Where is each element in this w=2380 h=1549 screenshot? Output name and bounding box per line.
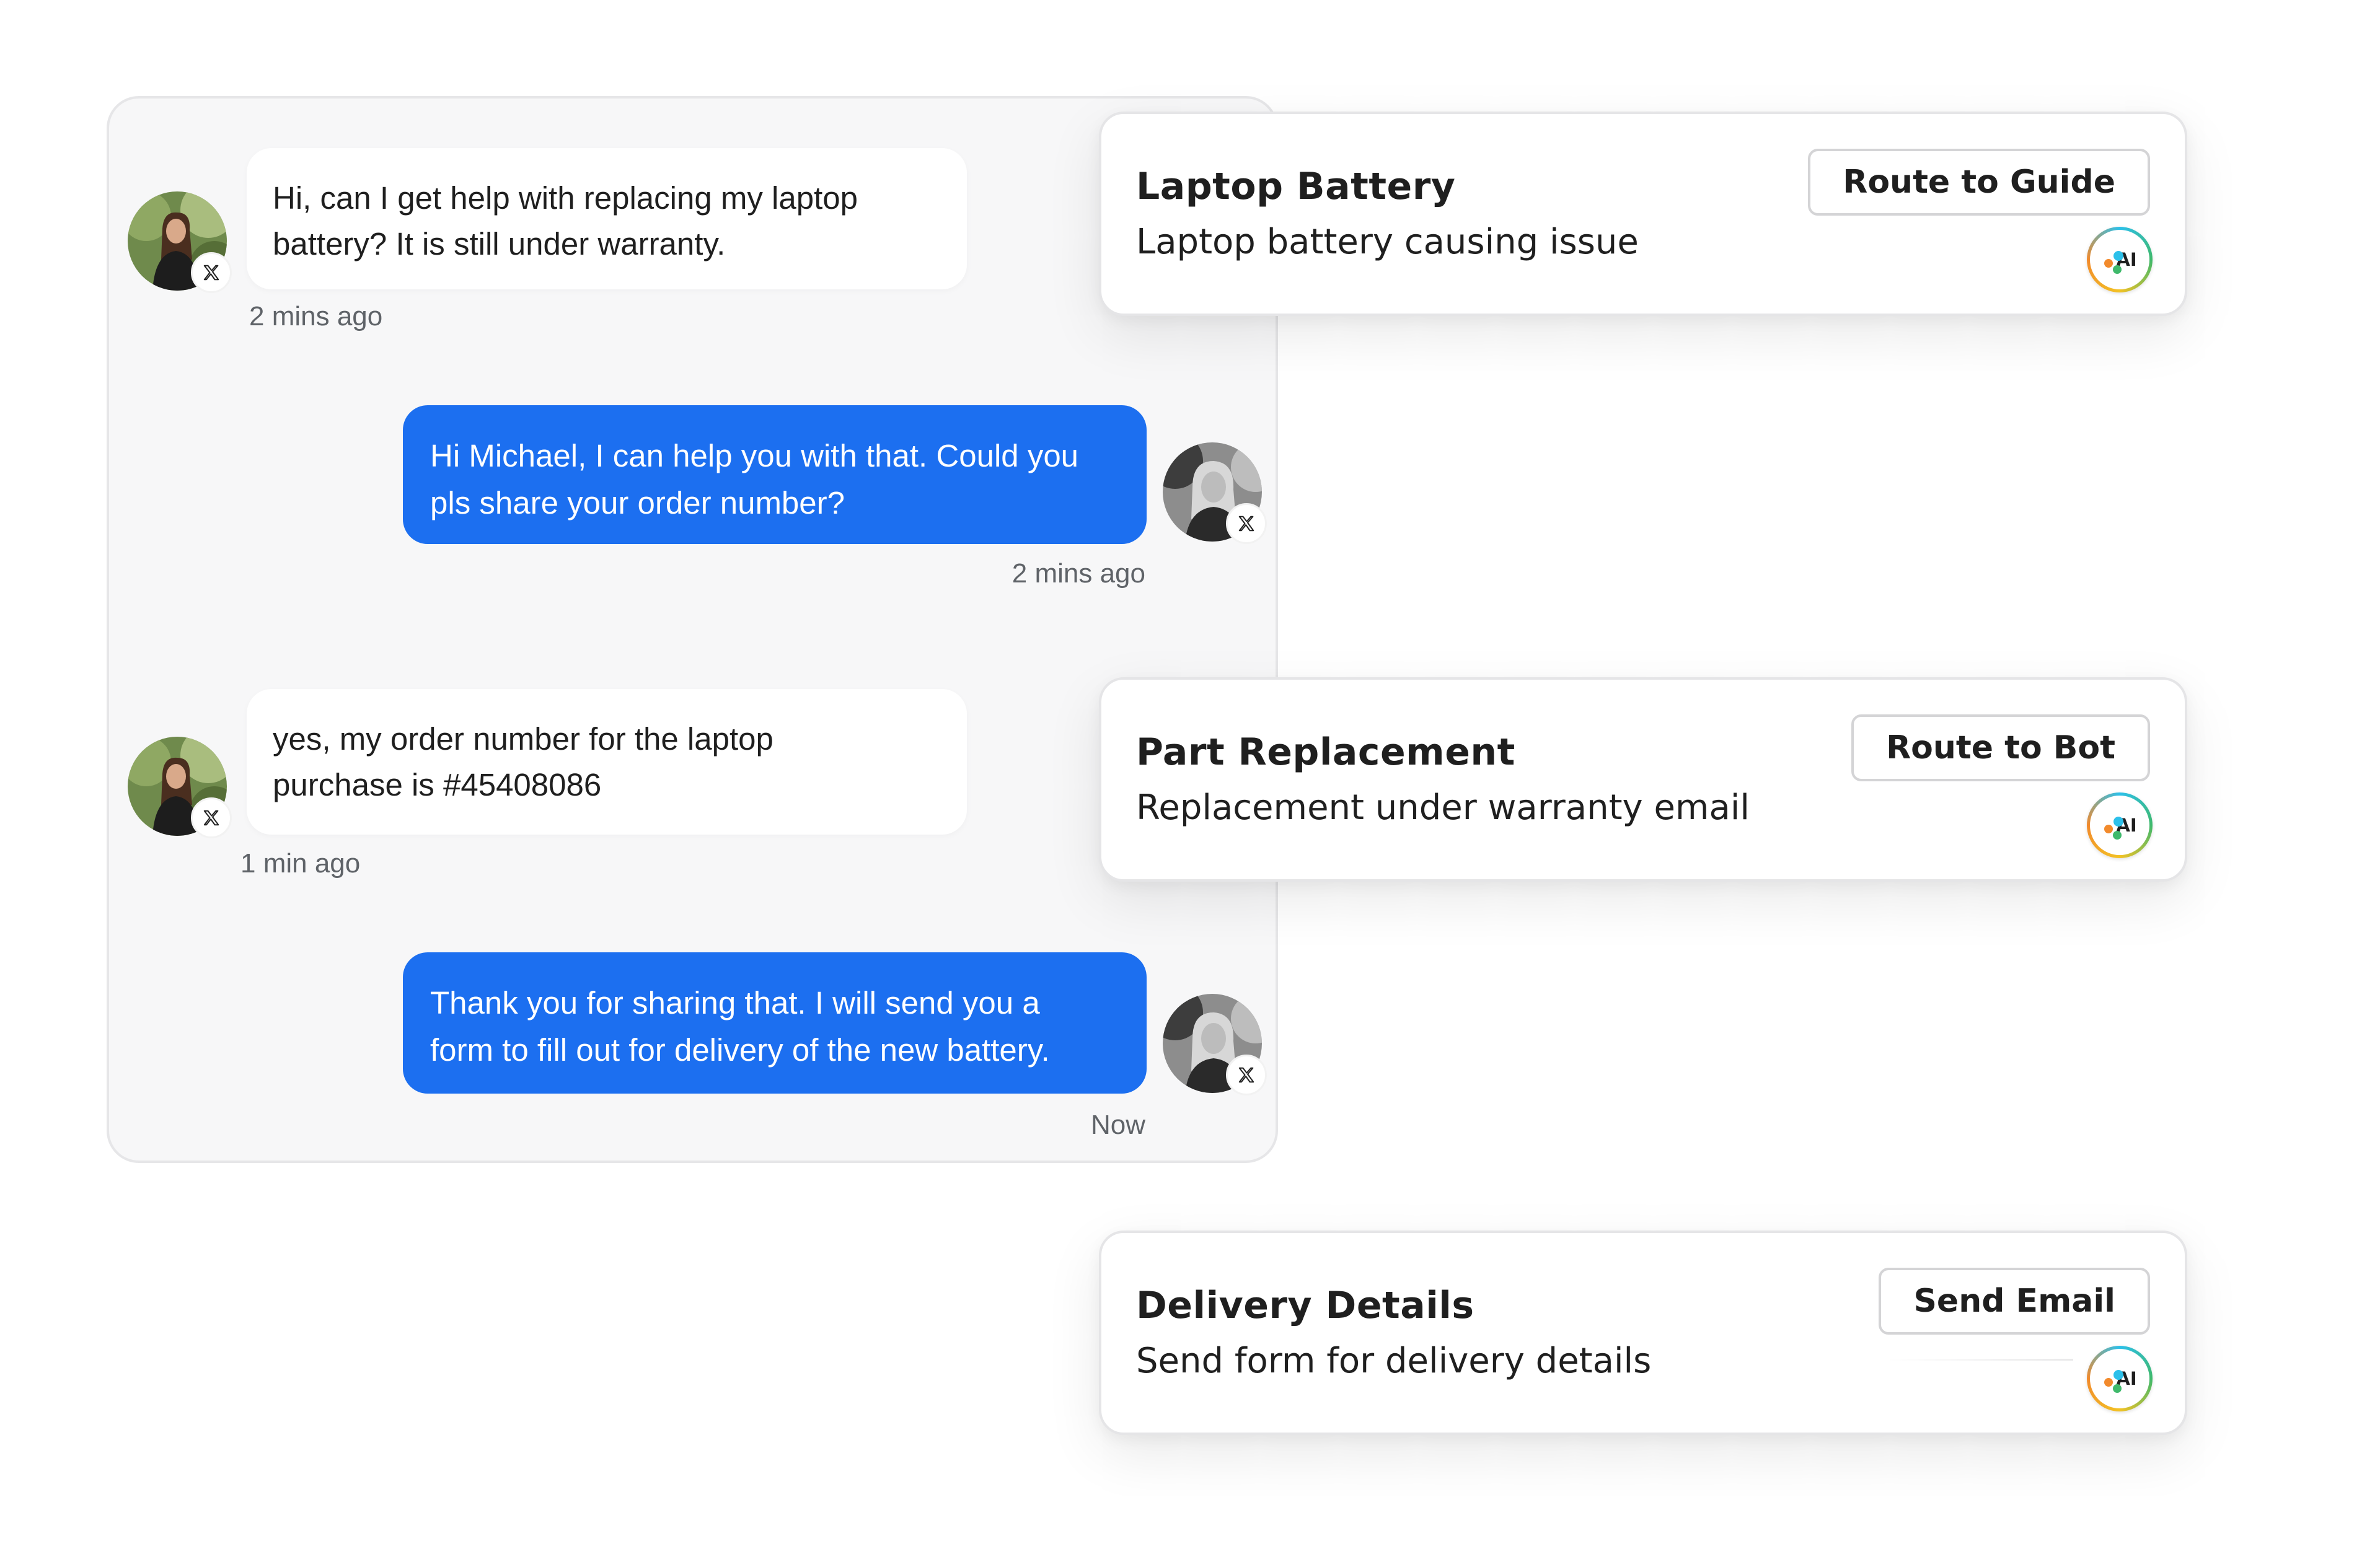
ai-dots-icon — [2104, 817, 2123, 840]
ai-badge[interactable]: AI — [2087, 1346, 2153, 1411]
outgoing-message: Thank you for sharing that. I will send … — [403, 952, 1147, 1094]
incoming-message: yes, my order number for the laptop purc… — [247, 689, 967, 835]
message-timestamp: Now — [1090, 1110, 1145, 1140]
ai-badge[interactable]: AI — [2087, 792, 2153, 858]
x-logo-icon — [191, 252, 232, 293]
card-subtitle: Send form for delivery details — [1136, 1341, 1652, 1381]
x-logo-icon — [1226, 1055, 1267, 1095]
ai-dots-icon — [2104, 251, 2123, 274]
route-to-bot-button[interactable]: Route to Bot — [1851, 714, 2150, 781]
x-logo-icon — [191, 797, 232, 838]
customer-avatar[interactable] — [128, 191, 232, 293]
intent-card-laptop-battery: Laptop Battery Laptop battery causing is… — [1099, 112, 2187, 316]
card-subtitle: Replacement under warranty email — [1136, 788, 1750, 828]
customer-avatar[interactable] — [128, 737, 232, 838]
intent-card-part-replacement: Part Replacement Replacement under warra… — [1099, 677, 2187, 882]
agent-avatar[interactable] — [1163, 994, 1267, 1095]
card-title: Laptop Battery — [1136, 165, 1456, 208]
message-timestamp: 1 min ago — [240, 848, 361, 879]
agent-avatar[interactable] — [1163, 442, 1267, 544]
intent-card-delivery-details: Delivery Details Send form for delivery … — [1099, 1231, 2187, 1435]
route-to-guide-button[interactable]: Route to Guide — [1808, 149, 2150, 216]
ai-dots-icon — [2104, 1370, 2123, 1393]
ai-badge[interactable]: AI — [2087, 227, 2153, 292]
card-title: Delivery Details — [1136, 1284, 1474, 1327]
card-title: Part Replacement — [1136, 731, 1515, 774]
divider — [1887, 1359, 2073, 1361]
x-logo-icon — [1226, 503, 1267, 544]
card-subtitle: Laptop battery causing issue — [1136, 222, 1639, 262]
incoming-message: Hi, can I get help with replacing my lap… — [247, 148, 967, 289]
message-timestamp: 2 mins ago — [1011, 558, 1145, 589]
message-timestamp: 2 mins ago — [249, 301, 383, 331]
send-email-button[interactable]: Send Email — [1879, 1268, 2150, 1335]
outgoing-message: Hi Michael, I can help you with that. Co… — [403, 405, 1147, 544]
